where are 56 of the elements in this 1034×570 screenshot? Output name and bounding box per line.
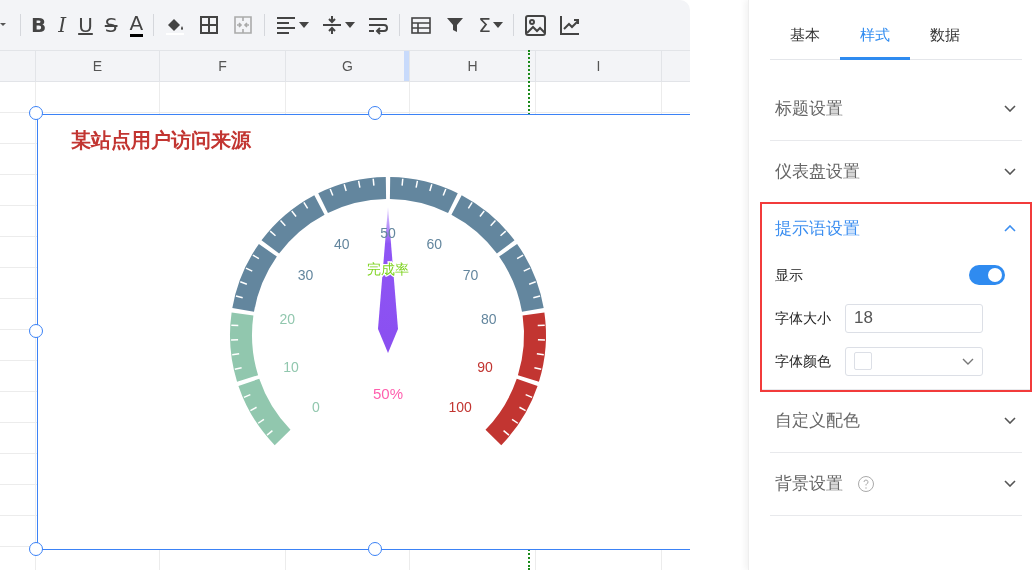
chevron-down-icon bbox=[1004, 417, 1016, 424]
tick-label: 80 bbox=[480, 311, 497, 328]
resize-handle[interactable] bbox=[368, 542, 382, 556]
column-header[interactable]: E bbox=[36, 51, 160, 81]
column-header[interactable]: F bbox=[160, 51, 286, 81]
image-icon[interactable] bbox=[523, 14, 546, 36]
tab[interactable]: 数据 bbox=[910, 22, 980, 60]
section-header[interactable]: 仪表盘设置 bbox=[770, 140, 1022, 203]
tick-label: 100 bbox=[448, 399, 472, 416]
gauge-value: 50% bbox=[373, 385, 403, 402]
field-label: 字体颜色 bbox=[775, 351, 832, 371]
chevron-up-icon bbox=[1004, 225, 1016, 232]
italic-button[interactable]: I bbox=[52, 9, 73, 41]
section-header[interactable]: 标题设置 bbox=[770, 77, 1022, 140]
resize-handle[interactable] bbox=[368, 106, 382, 120]
underline-button[interactable]: U bbox=[72, 9, 99, 41]
toggle-switch[interactable] bbox=[969, 265, 1005, 285]
section-header[interactable]: 背景设置 bbox=[770, 452, 1022, 515]
color-select[interactable] bbox=[845, 346, 983, 376]
tab[interactable]: 样式 bbox=[840, 22, 910, 60]
align-left-icon[interactable] bbox=[275, 14, 298, 36]
resize-handle[interactable] bbox=[29, 324, 43, 338]
tick-label: 70 bbox=[462, 267, 479, 284]
field-label: 显示 bbox=[775, 265, 804, 285]
column-header[interactable]: I bbox=[536, 51, 662, 81]
resize-handle[interactable] bbox=[29, 542, 43, 556]
section-header[interactable]: 自定义配色 bbox=[770, 389, 1022, 452]
resize-handle[interactable] bbox=[29, 106, 43, 120]
font-color-button[interactable]: A bbox=[123, 9, 150, 41]
tick-label: 60 bbox=[426, 236, 443, 253]
tab[interactable]: 基本 bbox=[770, 22, 840, 60]
tick-label: 30 bbox=[297, 267, 314, 284]
input-field[interactable]: 18 bbox=[845, 303, 983, 333]
borders-icon[interactable] bbox=[198, 14, 221, 36]
tick-label: 20 bbox=[279, 311, 296, 328]
chevron-down-icon bbox=[1004, 105, 1016, 112]
tick-label: 90 bbox=[477, 358, 493, 375]
caret-icon[interactable] bbox=[492, 22, 503, 28]
sum-button[interactable]: Σ bbox=[472, 9, 509, 41]
chevron-down-icon bbox=[1004, 168, 1016, 175]
tick-label: 10 bbox=[283, 358, 299, 375]
chevron-down-icon bbox=[1004, 480, 1016, 487]
column-header[interactable]: H bbox=[410, 51, 536, 81]
field-label: 字体大小 bbox=[775, 308, 832, 328]
column-header[interactable]: G bbox=[286, 51, 410, 81]
strikethrough-button[interactable]: S bbox=[98, 9, 124, 41]
bold-button[interactable]: B bbox=[25, 9, 53, 41]
vertical-align-icon[interactable] bbox=[321, 14, 344, 36]
chevron-down-icon bbox=[962, 357, 974, 365]
tick-label: 0 bbox=[312, 399, 320, 416]
caret-icon[interactable] bbox=[345, 22, 356, 28]
line-chart-icon[interactable] bbox=[557, 14, 580, 36]
caret-icon[interactable] bbox=[299, 22, 310, 28]
chart-title: 某站点用户访问来源 bbox=[70, 128, 252, 153]
tick-label: 40 bbox=[333, 236, 350, 253]
table-icon[interactable] bbox=[410, 14, 433, 36]
